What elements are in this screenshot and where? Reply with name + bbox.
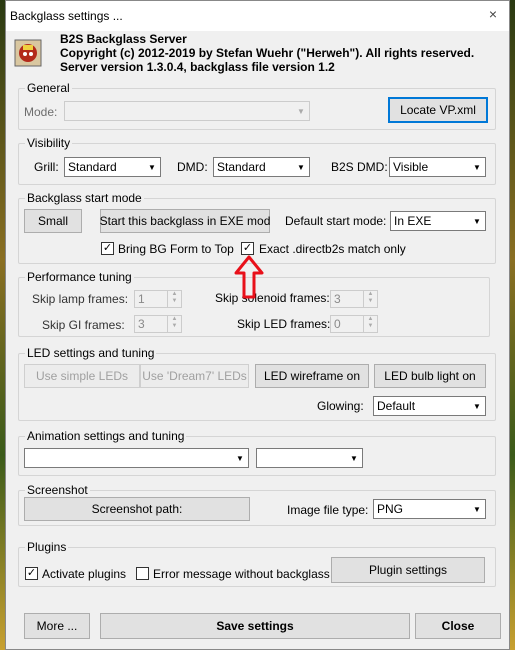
spin-arrows-icon: ▲ ▼: [363, 316, 377, 332]
header-version: Server version 1.3.0.4, backglass file v…: [60, 60, 335, 74]
header-copyright: Copyright (c) 2012-2019 by Stefan Wuehr …: [60, 46, 475, 60]
glowing-select[interactable]: Default ▼: [373, 396, 486, 416]
grill-value: Standard: [68, 160, 117, 174]
b2s-dmd-label: B2S DMD:: [331, 160, 388, 174]
spin-arrows-icon: ▲ ▼: [363, 291, 377, 307]
glowing-label: Glowing:: [317, 399, 364, 413]
chevron-down-icon: ▼: [297, 106, 305, 116]
grill-select[interactable]: Standard ▼: [64, 157, 161, 177]
skip-lamp-spinner: 1 ▲ ▼: [134, 290, 182, 308]
window-title: Backglass settings ...: [10, 9, 123, 23]
mode-label: Mode:: [24, 105, 58, 119]
b2s-logo-icon: [14, 39, 42, 67]
dmd-label: DMD:: [177, 160, 208, 174]
activate-plugins-label: Activate plugins: [42, 567, 127, 581]
default-start-mode-label: Default start mode:: [285, 214, 387, 228]
chevron-down-icon: ▼: [236, 453, 244, 463]
visibility-title: Visibility: [25, 136, 73, 150]
exact-match-checkbox[interactable]: ✓: [241, 242, 254, 255]
chevron-down-icon: ▼: [297, 162, 305, 172]
skip-led-spinner: 0 ▲ ▼: [330, 315, 378, 333]
mode-select: ▼: [64, 101, 310, 121]
chevron-down-icon: ▼: [350, 453, 358, 463]
save-settings-button[interactable]: Save settings: [100, 613, 410, 639]
image-type-select[interactable]: PNG ▼: [373, 499, 486, 519]
dmd-value: Standard: [217, 160, 266, 174]
chevron-down-icon: ▼: [148, 162, 156, 172]
default-start-mode-value: In EXE: [394, 214, 432, 228]
animation-select-1[interactable]: ▼: [24, 448, 249, 468]
skip-lamp-label: Skip lamp frames:: [32, 292, 129, 306]
screenshot-title: Screenshot: [25, 483, 90, 497]
spin-arrows-icon: ▲ ▼: [167, 316, 181, 332]
more-button[interactable]: More ...: [24, 613, 90, 639]
glowing-value: Default: [377, 399, 416, 413]
header-title: B2S Backglass Server: [60, 32, 187, 46]
led-title: LED settings and tuning: [25, 346, 157, 360]
exact-match-label: Exact .directb2s match only: [259, 242, 406, 256]
startmode-title: Backglass start mode: [25, 191, 144, 205]
plugins-title: Plugins: [25, 540, 69, 554]
general-title: General: [25, 81, 72, 95]
skip-gi-label: Skip GI frames:: [42, 318, 125, 332]
default-start-mode-select[interactable]: In EXE ▼: [390, 211, 486, 231]
bring-to-top-label: Bring BG Form to Top: [118, 242, 234, 256]
skip-gi-spinner: 3 ▲ ▼: [134, 315, 182, 333]
dream7-leds-button: Use 'Dream7' LEDs: [140, 364, 249, 388]
grill-label: Grill:: [34, 160, 59, 174]
red-arrow-icon: [234, 255, 264, 299]
skip-lamp-value: 1: [138, 292, 145, 306]
image-type-label: Image file type:: [287, 503, 369, 517]
image-type-value: PNG: [377, 502, 404, 516]
b2s-dmd-value: Visible: [393, 160, 429, 174]
close-icon[interactable]: ×: [485, 6, 501, 22]
settings-window: Backglass settings ... × B2S Backglass S…: [5, 0, 510, 650]
plugin-settings-button[interactable]: Plugin settings: [331, 557, 485, 583]
skip-led-label: Skip LED frames:: [237, 317, 331, 331]
animation-select-2[interactable]: ▼: [256, 448, 363, 468]
locate-vpxml-button[interactable]: Locate VP.xml: [388, 97, 488, 123]
error-message-checkbox[interactable]: [136, 567, 149, 580]
dmd-select[interactable]: Standard ▼: [213, 157, 310, 177]
chevron-down-icon: ▼: [473, 216, 481, 226]
chevron-down-icon: ▼: [473, 162, 481, 172]
screenshot-path-button[interactable]: Screenshot path:: [24, 497, 250, 521]
chevron-down-icon: ▼: [473, 401, 481, 411]
animation-title: Animation settings and tuning: [25, 429, 187, 443]
skip-gi-value: 3: [138, 317, 145, 331]
skip-solenoid-value: 3: [334, 292, 341, 306]
skip-solenoid-spinner: 3 ▲ ▼: [330, 290, 378, 308]
bring-to-top-checkbox[interactable]: ✓: [101, 242, 114, 255]
activate-plugins-checkbox[interactable]: ✓: [25, 567, 38, 580]
skip-solenoid-label: Skip solenoid frames:: [215, 291, 330, 305]
skip-led-value: 0: [334, 317, 341, 331]
led-bulb-button[interactable]: LED bulb light on: [374, 364, 486, 388]
small-button[interactable]: Small: [24, 209, 82, 233]
led-wireframe-button[interactable]: LED wireframe on: [255, 364, 369, 388]
simple-leds-button: Use simple LEDs: [24, 364, 140, 388]
close-button[interactable]: Close: [415, 613, 501, 639]
start-exe-button[interactable]: Start this backglass in EXE mod: [100, 209, 270, 233]
spin-arrows-icon: ▲ ▼: [167, 291, 181, 307]
b2s-dmd-select[interactable]: Visible ▼: [389, 157, 486, 177]
error-message-label: Error message without backglass: [153, 567, 330, 581]
title-bar: Backglass settings ... ×: [6, 1, 509, 31]
performance-title: Performance tuning: [25, 270, 134, 284]
chevron-down-icon: ▼: [473, 504, 481, 514]
